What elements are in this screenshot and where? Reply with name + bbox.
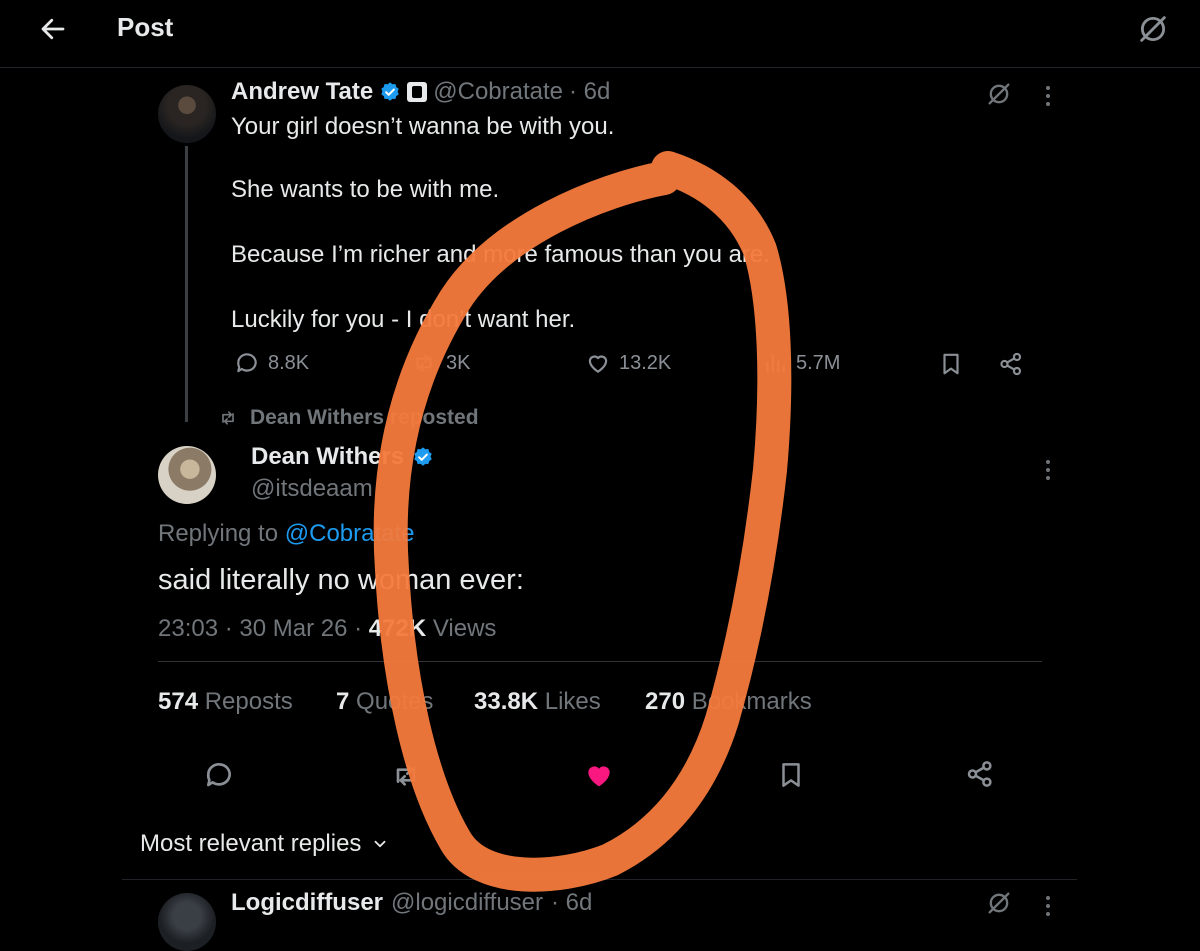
tweet-text-line: Because I’m richer and more famous than … bbox=[231, 241, 770, 268]
mention-link[interactable]: @Cobratate bbox=[285, 520, 415, 547]
views-icon bbox=[766, 354, 785, 373]
author-name[interactable]: Dean Withers bbox=[251, 443, 404, 471]
like-button[interactable] bbox=[583, 759, 615, 791]
views-label: Views bbox=[432, 615, 497, 642]
grok-icon bbox=[988, 892, 1010, 914]
author-name[interactable]: Andrew Tate bbox=[231, 78, 373, 106]
replying-to: Replying to @Cobratate bbox=[158, 520, 415, 548]
grok-icon bbox=[988, 83, 1010, 105]
grok-button[interactable] bbox=[985, 80, 1013, 108]
tweet-time: · 6d bbox=[551, 889, 593, 916]
arrow-left-icon bbox=[41, 18, 65, 40]
heart-icon bbox=[588, 355, 608, 373]
heart-filled-icon bbox=[588, 766, 610, 787]
author-handle[interactable]: @itsdeaam bbox=[251, 475, 373, 503]
stat-label: Likes bbox=[544, 688, 601, 715]
bookmark-button[interactable] bbox=[938, 351, 964, 377]
bookmark-button[interactable] bbox=[776, 759, 806, 791]
tweet-meta: 23:03 · 30 Mar 26 · 472K Views bbox=[158, 615, 497, 642]
share-icon bbox=[967, 761, 992, 787]
stat-label: Quotes bbox=[356, 688, 434, 715]
views-count: 472K bbox=[368, 615, 427, 642]
reply-button[interactable]: 8.8K bbox=[234, 350, 309, 376]
bookmark-icon bbox=[782, 763, 800, 787]
tweet-text: said literally no woman ever: bbox=[158, 564, 524, 596]
repost-indicator: Dean Withers reposted bbox=[218, 406, 479, 430]
repost-icon bbox=[222, 411, 234, 425]
stat-count: 7 bbox=[336, 688, 350, 715]
author-name[interactable]: Logicdiffuser bbox=[231, 889, 383, 917]
share-button[interactable] bbox=[965, 759, 995, 789]
repost-icon bbox=[396, 764, 416, 786]
more-vertical-icon bbox=[1046, 896, 1050, 916]
reply-header: Logicdiffuser @logicdiffuser · 6d bbox=[231, 889, 592, 917]
more-options-button[interactable] bbox=[1038, 457, 1058, 483]
sort-label: Most relevant replies bbox=[140, 830, 362, 857]
grok-button[interactable] bbox=[985, 889, 1013, 917]
affiliate-badge-icon bbox=[407, 82, 428, 102]
tweet-time: · 6d bbox=[569, 78, 611, 105]
replying-prefix: Replying to bbox=[158, 520, 279, 547]
tweet-time[interactable]: 23:03 bbox=[158, 615, 218, 642]
share-icon bbox=[1000, 352, 1022, 376]
repost-count: 3K bbox=[446, 351, 471, 374]
verified-badge-icon bbox=[414, 447, 432, 466]
author-handle[interactable]: @Cobratate bbox=[433, 78, 563, 106]
like-button[interactable]: 13.2K bbox=[585, 350, 671, 376]
grok-button[interactable] bbox=[1136, 12, 1170, 46]
replies-sort-dropdown[interactable]: Most relevant replies bbox=[140, 830, 389, 858]
repost-label[interactable]: Dean Withers reposted bbox=[250, 406, 479, 430]
more-vertical-icon bbox=[1046, 86, 1050, 106]
reply-icon bbox=[206, 763, 231, 787]
tweet-header: Andrew Tate @Cobratate · 6d bbox=[231, 78, 610, 106]
tweet-date[interactable]: 30 Mar 26 bbox=[239, 615, 347, 642]
views-button[interactable]: 5.7M bbox=[762, 350, 840, 376]
author-handle[interactable]: @logicdiffuser bbox=[391, 889, 543, 917]
thread-connector-line bbox=[185, 146, 188, 422]
more-options-button[interactable] bbox=[1038, 893, 1058, 919]
page-title: Post bbox=[117, 12, 174, 42]
stat-count: 574 bbox=[158, 688, 199, 715]
repost-button[interactable] bbox=[390, 759, 422, 791]
stat-likes[interactable]: 33.8K Likes bbox=[474, 688, 601, 716]
like-count: 13.2K bbox=[619, 351, 672, 374]
views-count: 5.7M bbox=[796, 351, 841, 374]
avatar[interactable] bbox=[158, 893, 216, 951]
repost-icon bbox=[416, 354, 432, 372]
chevron-down-icon bbox=[375, 840, 386, 848]
stat-count: 270 bbox=[645, 688, 686, 715]
tweet-text-line: She wants to be with me. bbox=[231, 176, 500, 203]
share-button[interactable] bbox=[998, 351, 1024, 377]
more-options-button[interactable] bbox=[1038, 83, 1058, 109]
divider bbox=[158, 661, 1042, 662]
stat-quotes[interactable]: 7 Quotes bbox=[336, 688, 433, 716]
stat-bookmarks[interactable]: 270 Bookmarks bbox=[645, 688, 812, 716]
divider bbox=[122, 879, 1077, 880]
header-divider bbox=[0, 67, 1200, 68]
stat-label: Bookmarks bbox=[691, 688, 812, 715]
back-button[interactable] bbox=[38, 14, 68, 44]
stat-reposts[interactable]: 574 Reposts bbox=[158, 688, 293, 716]
author-row: Dean Withers bbox=[251, 443, 434, 471]
reply-icon bbox=[237, 353, 257, 373]
stat-label: Reposts bbox=[204, 688, 293, 715]
stat-count: 33.8K bbox=[474, 688, 539, 715]
verified-badge-icon bbox=[381, 82, 399, 101]
tweet-text-line: Your girl doesn’t wanna be with you. bbox=[231, 113, 615, 140]
avatar[interactable] bbox=[158, 446, 216, 504]
bookmark-icon bbox=[943, 353, 959, 375]
tweet-text-line: Luckily for you - I don’t want her. bbox=[231, 306, 576, 333]
grok-icon bbox=[1140, 16, 1166, 42]
reply-count: 8.8K bbox=[268, 351, 310, 374]
avatar[interactable] bbox=[158, 85, 216, 143]
reply-button[interactable] bbox=[203, 759, 235, 791]
repost-button[interactable]: 3K bbox=[410, 350, 470, 376]
more-vertical-icon bbox=[1046, 460, 1050, 480]
